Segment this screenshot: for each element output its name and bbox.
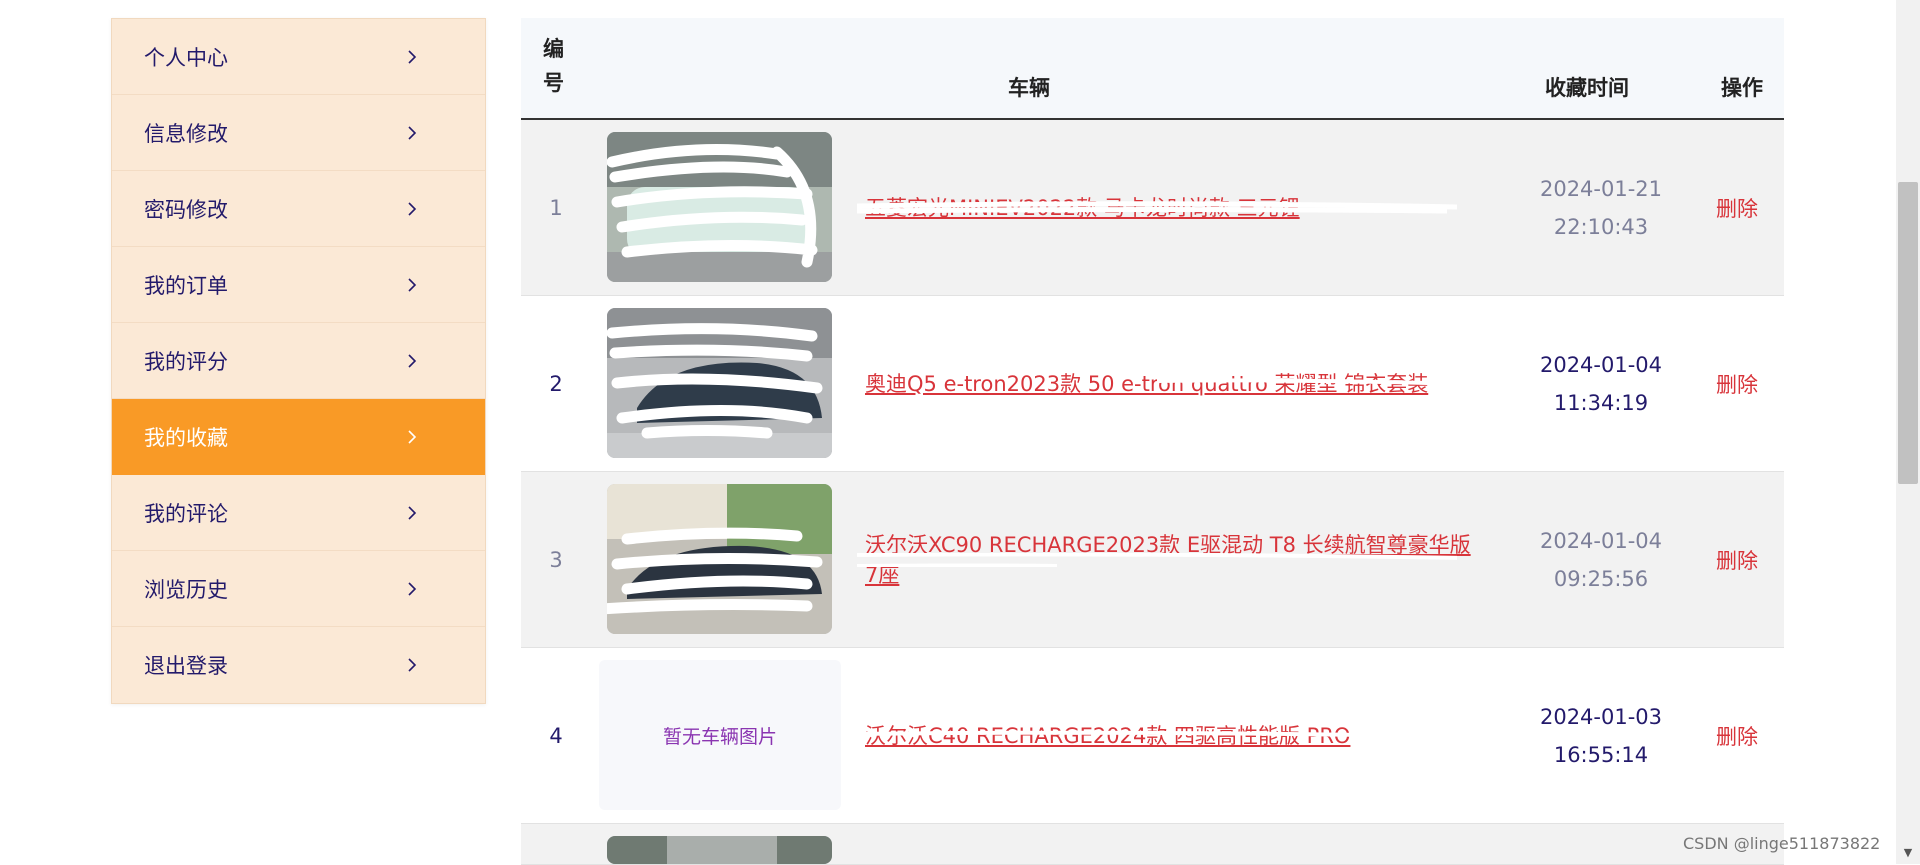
sidebar-item-label: 信息修改 (144, 121, 228, 146)
car-photo-redacted (607, 132, 832, 282)
scroll-down-arrow-icon[interactable]: ▼ (1900, 846, 1916, 860)
chevron-right-icon (408, 353, 417, 368)
table-header: 编号 车辆 收藏时间 操作 (521, 18, 1784, 120)
delete-button[interactable]: 删除 (1716, 648, 1758, 823)
car-thumbnail[interactable] (607, 484, 832, 634)
sidebar-item-orders[interactable]: 我的订单 (112, 247, 485, 323)
sidebar-item-change-password[interactable]: 密码修改 (112, 171, 485, 247)
delete-button[interactable]: 删除 (1716, 120, 1758, 295)
header-car: 车辆 (1008, 76, 1050, 100)
chevron-right-icon (408, 658, 417, 672)
table-row: 4 暂无车辆图片 沃尔沃C40 RECHARGE2024款 四驱高性能版 PRO… (521, 648, 1784, 824)
favorites-table: 编号 车辆 收藏时间 操作 1 五菱宏光MINIEV2022款 马卡龙时尚款 三… (521, 18, 1784, 865)
car-thumbnail[interactable] (607, 836, 832, 864)
sidebar-item-label: 我的收藏 (144, 425, 228, 450)
sidebar-item-edit-info[interactable]: 信息修改 (112, 95, 485, 171)
sidebar-item-comments[interactable]: 我的评论 (112, 475, 485, 551)
header-favorite-time: 收藏时间 (1545, 76, 1629, 100)
car-name-link[interactable]: 沃尔沃C40 RECHARGE2024款 四驱高性能版 PRO (857, 648, 1477, 823)
row-number: 4 (549, 723, 563, 748)
chevron-right-icon (408, 581, 417, 596)
delete-button[interactable]: 删除 (1716, 472, 1758, 647)
sidebar-item-label: 我的评分 (144, 349, 228, 374)
sidebar-menu: 个人中心 信息修改 密码修改 我的订单 我的评分 我的收藏 我的评论 浏览历史 … (111, 18, 486, 704)
table-row: 3 沃尔沃XC90 RECHARGE2023款 E驱混动 T8 长续航智尊豪华版… (521, 472, 1784, 648)
sidebar-item-label: 我的订单 (144, 273, 228, 298)
car-thumbnail[interactable] (607, 308, 832, 458)
sidebar-item-label: 我的评论 (144, 501, 228, 526)
chevron-right-icon (408, 49, 417, 64)
chevron-right-icon (408, 429, 417, 444)
favorite-time: 2024-01-04 11:34:19 (1539, 352, 1663, 415)
sidebar-item-label: 退出登录 (144, 654, 228, 678)
row-number: 1 (549, 195, 563, 220)
header-number: 编号 (543, 37, 564, 95)
favorite-time: 2024-01-03 16:55:14 (1539, 704, 1663, 767)
sidebar-item-favorites[interactable]: 我的收藏 (112, 399, 485, 475)
page-scrollbar-thumb[interactable] (1898, 182, 1918, 484)
chevron-right-icon (408, 277, 417, 292)
row-number: 3 (549, 547, 563, 572)
sidebar-item-label: 个人中心 (144, 45, 228, 70)
no-image-placeholder: 暂无车辆图片 (599, 660, 841, 810)
table-row (521, 824, 1784, 865)
car-photo-redacted (607, 484, 832, 634)
car-name-link[interactable]: 五菱宏光MINIEV2022款 马卡龙时尚款 三元锂 (857, 120, 1477, 295)
sidebar-item-label: 密码修改 (144, 197, 228, 222)
car-name-link[interactable]: 奥迪Q5 e-tron2023款 50 e-tron quattro 荣耀型 锦… (865, 296, 1477, 471)
sidebar-item-history[interactable]: 浏览历史 (112, 551, 485, 627)
table-row: 1 五菱宏光MINIEV2022款 马卡龙时尚款 三元锂 2024-01-21 … (521, 120, 1784, 296)
sidebar-item-ratings[interactable]: 我的评分 (112, 323, 485, 399)
header-operation: 操作 (1721, 76, 1763, 100)
sidebar-item-logout[interactable]: 退出登录 (112, 627, 485, 703)
favorite-time: 2024-01-21 22:10:43 (1539, 176, 1663, 239)
sidebar-item-label: 浏览历史 (144, 577, 228, 602)
car-name-link[interactable]: 沃尔沃XC90 RECHARGE2023款 E驱混动 T8 长续航智尊豪华版 7… (857, 472, 1477, 647)
favorite-time: 2024-01-04 09:25:56 (1539, 528, 1663, 591)
chevron-right-icon (408, 505, 417, 520)
sidebar-item-profile[interactable]: 个人中心 (112, 19, 485, 95)
watermark: CSDN @linge511873822 (1683, 834, 1881, 853)
chevron-right-icon (408, 125, 417, 140)
delete-button[interactable]: 删除 (1716, 296, 1758, 471)
car-thumbnail[interactable] (607, 132, 832, 282)
car-photo (607, 836, 832, 864)
chevron-right-icon (408, 201, 417, 216)
car-photo-redacted (607, 308, 832, 458)
table-row: 2 奥迪Q5 e-tron2023款 50 e-tron quattro 荣耀型… (521, 296, 1784, 472)
row-number: 2 (549, 371, 563, 396)
